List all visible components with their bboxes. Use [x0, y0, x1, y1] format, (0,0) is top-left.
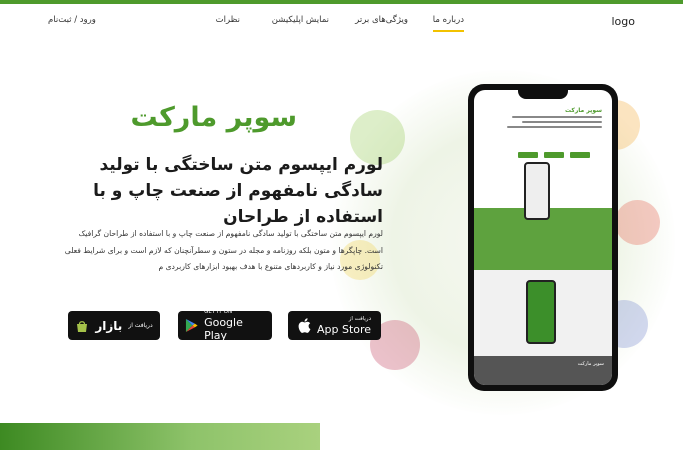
appstore-big-label: App Store [316, 322, 372, 336]
mockup-store-button [518, 152, 538, 158]
bazaar-button[interactable]: دریافت از بازار [68, 311, 160, 340]
mockup-inner-phone-green [526, 280, 556, 344]
text-line [512, 116, 602, 118]
apple-icon [298, 318, 311, 333]
bazaar-bag-icon [77, 320, 88, 332]
text-line [507, 126, 602, 128]
mockup-text-lines [502, 116, 602, 130]
nav-item-app-demo[interactable]: نمایش اپلیکیشن [272, 15, 329, 25]
text-line [522, 121, 602, 123]
hero-title: سوپر مارکت [130, 102, 298, 133]
googleplay-big-label: Google Play [204, 316, 243, 342]
nav-item-features[interactable]: ویژگی‌های برتر [355, 15, 408, 25]
mockup-footer: سوپر مارکت [474, 356, 612, 385]
mockup-inner-phone [524, 162, 550, 220]
phone-screen: سوپر مارکت سوپر مارکت [474, 90, 612, 385]
bazaar-small-label: دریافت از [128, 322, 153, 329]
appstore-button[interactable]: دریافت از App Store [288, 311, 381, 340]
appstore-text: دریافت از App Store [317, 316, 371, 336]
bazaar-big-label: بازار [95, 318, 123, 333]
googleplay-small-label: GET IT ON [204, 309, 233, 315]
hero-subtitle: لورم ایپسوم متن ساختگی با تولید سادگی نا… [93, 155, 383, 227]
login-register-link[interactable]: ورود / ثبت‌نام [48, 15, 96, 25]
logo[interactable]: logo [612, 15, 636, 28]
nav-item-about[interactable]: درباره ما [432, 15, 465, 32]
mockup-store-button [570, 152, 590, 158]
nav-item-reviews[interactable]: نظرات [216, 15, 240, 25]
appstore-small-label: دریافت از [348, 315, 372, 322]
mockup-title: سوپر مارکت [565, 107, 602, 114]
phone-notch [518, 90, 568, 99]
google-play-icon [185, 318, 198, 333]
inner-phone-screen [528, 282, 554, 342]
phone-mockup: سوپر مارکت سوپر مارکت [468, 84, 618, 391]
mockup-footer-title: سوپر مارکت [577, 361, 604, 367]
landing-page: logo درباره ما ویژگی‌های برتر نمایش اپلی… [0, 0, 683, 450]
hero-paragraph: لورم ایپسوم متن ساختگی با تولید سادگی نا… [64, 229, 383, 271]
googleplay-button[interactable]: GET IT ON Google Play [178, 309, 272, 342]
top-accent-bar [0, 0, 683, 4]
header-nav: logo درباره ما ویژگی‌های برتر نمایش اپلی… [0, 8, 683, 36]
bottom-green-strip [0, 423, 320, 450]
fruit-illustration [615, 200, 660, 245]
mockup-store-button [544, 152, 564, 158]
inner-phone-screen [526, 164, 548, 218]
googleplay-text: GET IT ON Google Play [204, 309, 265, 342]
